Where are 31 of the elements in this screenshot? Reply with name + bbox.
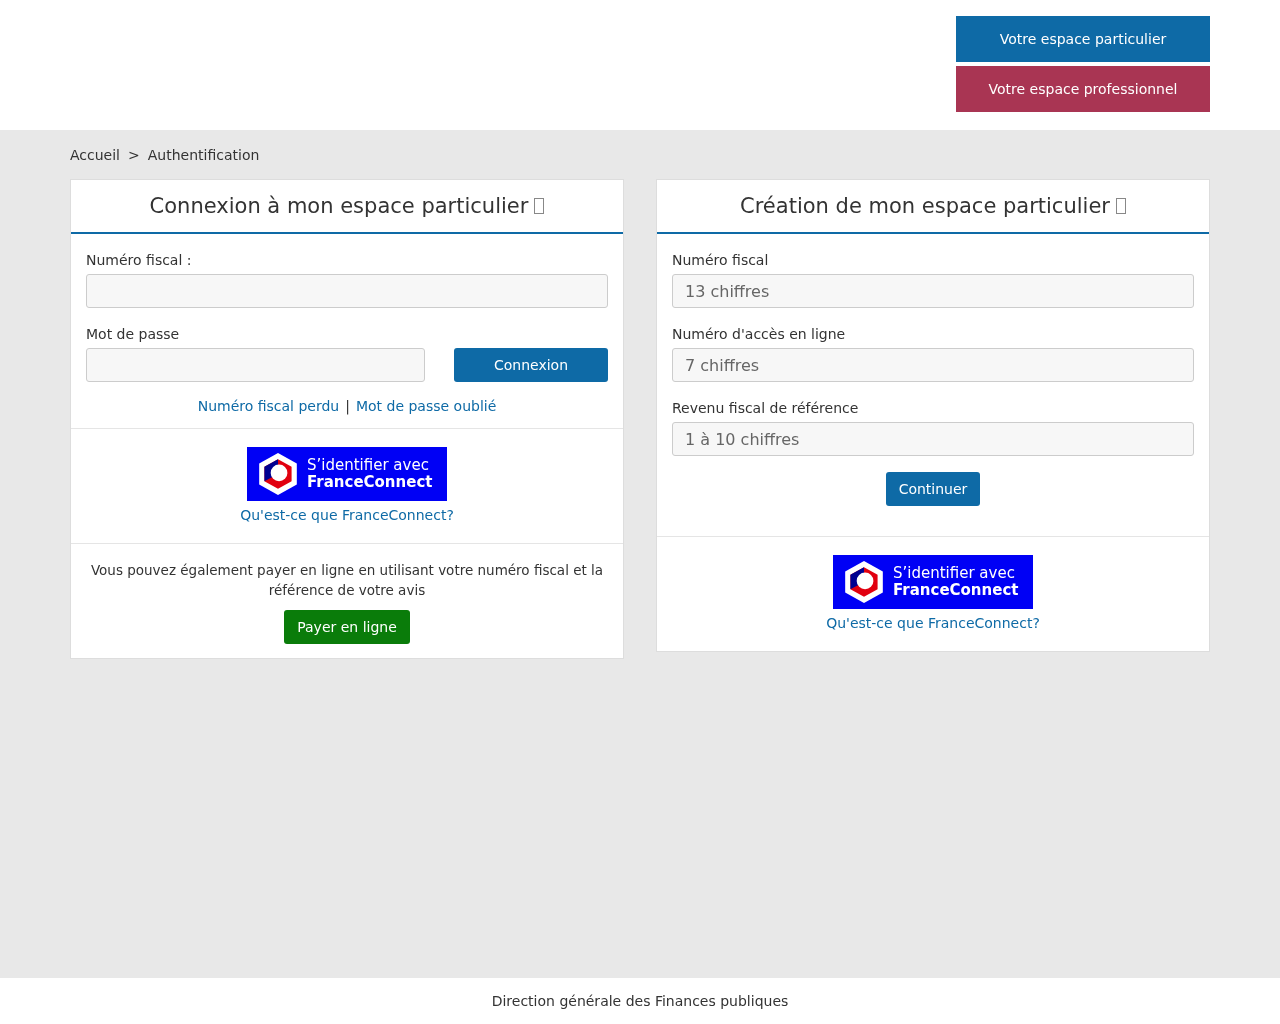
franceconnect-button[interactable]: S’identifier avec FranceConnect bbox=[247, 447, 447, 501]
field-label: Numéro fiscal bbox=[672, 252, 769, 268]
breadcrumb-separator: > bbox=[128, 147, 140, 163]
field-label: Revenu fiscal de référence bbox=[672, 400, 859, 416]
franceconnect-button[interactable]: S’identifier avec FranceConnect bbox=[833, 555, 1033, 609]
login-button[interactable]: Connexion bbox=[454, 348, 608, 382]
fiscal-number-field[interactable] bbox=[86, 274, 608, 308]
missing-glyph-icon bbox=[1115, 198, 1126, 214]
field-label: Mot de passe bbox=[86, 326, 180, 342]
continue-button[interactable]: Continuer bbox=[885, 472, 981, 506]
help-link[interactable]: Numéro fiscal perdu bbox=[197, 398, 340, 414]
input-field[interactable]: 7 chiffres bbox=[672, 348, 1194, 382]
input-field[interactable]: 1 à 10 chiffres bbox=[672, 422, 1194, 456]
link-separator: | bbox=[345, 398, 350, 414]
header-button[interactable]: Votre espace professionnel bbox=[956, 66, 1210, 112]
franceconnect-help-link[interactable]: Qu'est-ce que FranceConnect? bbox=[240, 507, 454, 523]
breadcrumb-link[interactable]: Accueil bbox=[70, 147, 120, 163]
missing-glyph-icon bbox=[534, 198, 545, 214]
card-title: Connexion à mon espace particulier bbox=[149, 194, 529, 218]
field-label: Numéro fiscal : bbox=[86, 252, 192, 268]
pay-online-text: Vous pouvez également payer en ligne en utilisant votre numéro fiscal et la référence de votre avis bbox=[89, 561, 605, 600]
footer-text: Direction générale des Finances publiques bbox=[491, 993, 789, 1009]
input-field[interactable]: 13 chiffres bbox=[672, 274, 1194, 308]
pay-online-button[interactable]: Payer en ligne bbox=[284, 610, 410, 644]
field-label: Numéro d'accès en ligne bbox=[672, 326, 846, 342]
breadcrumb-link[interactable]: Authentification bbox=[147, 147, 260, 163]
header-button[interactable]: Votre espace particulier bbox=[956, 16, 1210, 62]
help-link[interactable]: Mot de passe oublié bbox=[355, 398, 497, 414]
password-field[interactable] bbox=[86, 348, 425, 382]
franceconnect-help-link[interactable]: Qu'est-ce que FranceConnect? bbox=[826, 615, 1040, 631]
card-title: Création de mon espace particulier bbox=[740, 194, 1110, 218]
